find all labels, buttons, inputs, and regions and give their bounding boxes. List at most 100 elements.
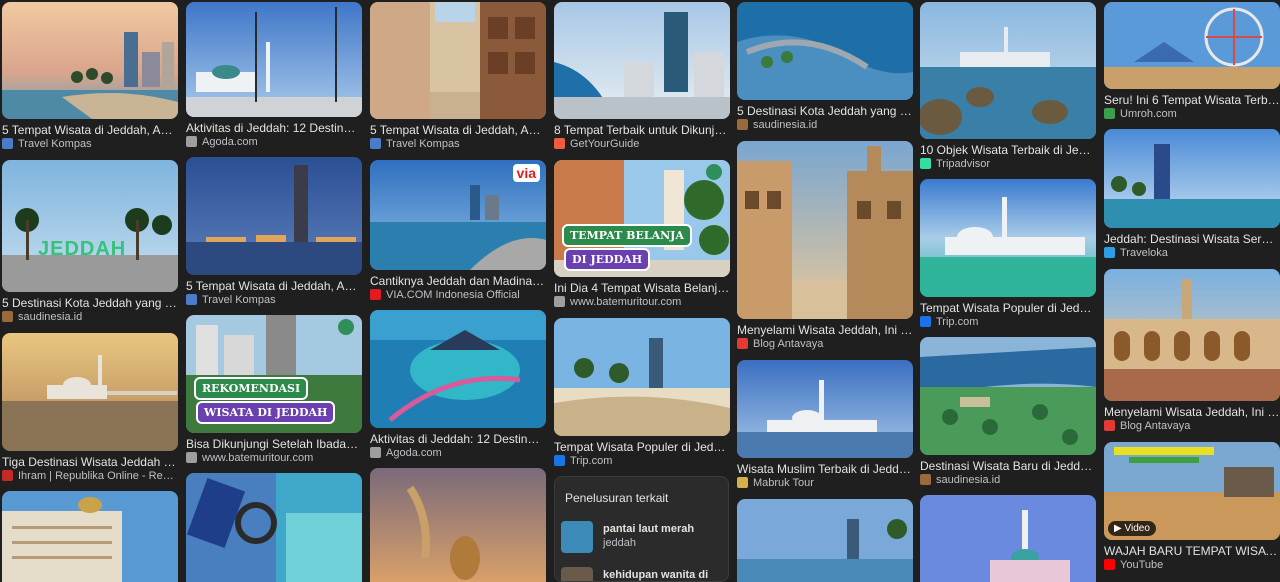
result-thumbnail[interactable]: [737, 141, 913, 319]
result-source[interactable]: Blog Antavaya: [1104, 419, 1280, 433]
result-title[interactable]: Aktivitas di Jeddah: 12 Destinasi...: [186, 121, 362, 136]
result-source[interactable]: Traveloka: [1104, 246, 1280, 260]
result-title[interactable]: 8 Tempat Terbaik untuk Dikunjungi di...: [554, 123, 730, 138]
related-searches-heading: Penelusuran terkait: [565, 491, 669, 505]
source-label: www.batemuritour.com: [202, 452, 314, 464]
result-title[interactable]: 10 Objek Wisata Terbaik di Jeddah -...: [920, 143, 1096, 158]
result-thumbnail[interactable]: [920, 2, 1096, 139]
via-logo: via: [512, 164, 540, 182]
result-title[interactable]: Tempat Wisata Populer di Jeddah |...: [554, 440, 730, 455]
source-label: www.batemuritour.com: [570, 296, 682, 308]
result-thumbnail[interactable]: [1104, 269, 1280, 401]
result-thumbnail[interactable]: [2, 2, 178, 119]
result-thumbnail[interactable]: [920, 495, 1096, 582]
result-thumbnail[interactable]: REKOMENDASI WISATA DI JEDDAH: [186, 315, 362, 433]
related-searches-panel: Penelusuran terkait pantai laut merah je…: [554, 476, 729, 582]
source-label: Umroh.com: [1120, 108, 1177, 120]
result-thumbnail[interactable]: [1104, 129, 1280, 228]
result-thumbnail[interactable]: [554, 2, 730, 119]
favicon-icon: [1104, 108, 1115, 119]
result-title[interactable]: Seru! Ini 6 Tempat Wisata Terbaik di...: [1104, 93, 1280, 108]
favicon-icon: [737, 338, 748, 349]
result-source[interactable]: saudinesia.id: [920, 473, 1096, 487]
result-thumbnail[interactable]: [1104, 2, 1280, 89]
result-title[interactable]: Menyelami Wisata Jeddah, Ini 5 Temp...: [737, 323, 913, 338]
result-title[interactable]: Jeddah: Destinasi Wisata Seru di...: [1104, 232, 1280, 247]
result-source[interactable]: Tripadvisor: [920, 157, 1096, 171]
favicon-icon: [370, 289, 381, 300]
related-search-item[interactable]: pantai laut merah jeddah: [561, 521, 721, 557]
result-thumbnail[interactable]: [920, 337, 1096, 455]
favicon-icon: [737, 477, 748, 488]
result-thumbnail[interactable]: [186, 473, 362, 582]
related-search-text: jeddah: [603, 537, 637, 549]
result-source[interactable]: Agoda.com: [186, 135, 362, 149]
result-thumbnail[interactable]: [2, 333, 178, 451]
result-title[interactable]: 5 Destinasi Kota Jeddah yang Wajib...: [2, 296, 178, 311]
source-label: Travel Kompas: [202, 294, 276, 306]
result-thumbnail[interactable]: [737, 2, 913, 100]
result-title[interactable]: Menyelami Wisata Jeddah, Ini 5 Temp...: [1104, 405, 1280, 420]
related-search-text: kehidupan wanita di: [603, 569, 709, 581]
result-title[interactable]: Aktivitas di Jeddah: 12 Destinasi...: [370, 432, 546, 447]
result-thumbnail[interactable]: ▶ Video: [1104, 442, 1280, 540]
result-title[interactable]: Cantiknya Jeddah dan Madinah, Buka...: [370, 274, 546, 289]
result-title[interactable]: Tempat Wisata Populer di Jeddah |...: [920, 301, 1096, 316]
result-source[interactable]: Travel Kompas: [186, 293, 362, 307]
result-title[interactable]: Wisata Muslim Terbaik di Jeddah |...: [737, 462, 913, 477]
result-thumbnail[interactable]: [370, 2, 546, 119]
result-thumbnail[interactable]: via: [370, 160, 546, 270]
favicon-icon: [186, 452, 197, 463]
result-thumbnail[interactable]: [920, 179, 1096, 297]
result-source[interactable]: saudinesia.id: [737, 118, 913, 132]
video-badge: ▶ Video: [1108, 521, 1156, 536]
result-source[interactable]: YouTube: [1104, 558, 1280, 572]
result-title[interactable]: 5 Tempat Wisata di Jeddah, Ada Situs...: [370, 123, 546, 138]
result-thumbnail[interactable]: [370, 310, 546, 428]
result-title[interactable]: Bisa Dikunjungi Setelah Ibadah, Ini Di..…: [186, 437, 362, 452]
result-thumbnail[interactable]: [737, 360, 913, 458]
source-label: Blog Antavaya: [1120, 420, 1191, 432]
result-thumbnail[interactable]: TEMPAT BELANJA DI JEDDAH: [554, 160, 730, 277]
source-label: saudinesia.id: [753, 119, 818, 131]
result-title[interactable]: Tiga Destinasi Wisata Jeddah yang Bi...: [2, 455, 178, 470]
result-thumbnail[interactable]: [186, 2, 362, 117]
result-source[interactable]: Trip.com: [920, 315, 1096, 329]
result-source[interactable]: Travel Kompas: [370, 137, 546, 151]
result-thumbnail[interactable]: [737, 499, 913, 582]
source-label: GetYourGuide: [570, 138, 640, 150]
result-source[interactable]: Umroh.com: [1104, 107, 1280, 121]
result-title[interactable]: 5 Tempat Wisata di Jeddah, Ada Situs...: [2, 123, 178, 138]
result-source[interactable]: Travel Kompas: [2, 137, 178, 151]
result-source[interactable]: VIA.COM Indonesia Official: [370, 288, 546, 302]
favicon-icon: [554, 138, 565, 149]
source-label: saudinesia.id: [18, 311, 83, 323]
result-source[interactable]: Ihram | Republika Online - Republika: [2, 469, 178, 483]
result-source[interactable]: Mabruk Tour: [737, 476, 913, 490]
result-thumbnail[interactable]: JEDDAH: [2, 160, 178, 292]
source-label: Tripadvisor: [936, 158, 990, 170]
result-source[interactable]: www.batemuritour.com: [186, 451, 362, 465]
result-source[interactable]: www.batemuritour.com: [554, 295, 730, 309]
related-search-item[interactable]: kehidupan wanita di: [561, 567, 721, 581]
source-label: VIA.COM Indonesia Official: [386, 289, 520, 301]
result-source[interactable]: GetYourGuide: [554, 137, 730, 151]
result-source[interactable]: Blog Antavaya: [737, 337, 913, 351]
favicon-icon: [920, 158, 931, 169]
result-thumbnail[interactable]: [370, 468, 546, 582]
favicon-icon: [186, 136, 197, 147]
result-source[interactable]: saudinesia.id: [2, 310, 178, 324]
result-thumbnail[interactable]: [186, 157, 362, 275]
result-title[interactable]: WAJAH BARU TEMPAT WISATA YG SIA...: [1104, 544, 1280, 559]
result-title[interactable]: Destinasi Wisata Baru di Jeddah...: [920, 459, 1096, 474]
result-title[interactable]: 5 Tempat Wisata di Jeddah, Ada Situs...: [186, 279, 362, 294]
result-thumbnail[interactable]: [554, 318, 730, 436]
related-thumbnail: [561, 521, 593, 553]
result-title[interactable]: 5 Destinasi Kota Jeddah yang Wajib...: [737, 104, 913, 119]
result-thumbnail[interactable]: [2, 491, 178, 582]
favicon-icon: [920, 316, 931, 327]
favicon-icon: [737, 119, 748, 130]
result-title[interactable]: Ini Dia 4 Tempat Wisata Belanja di...: [554, 281, 730, 296]
result-source[interactable]: Trip.com: [554, 454, 730, 468]
result-source[interactable]: Agoda.com: [370, 446, 546, 460]
